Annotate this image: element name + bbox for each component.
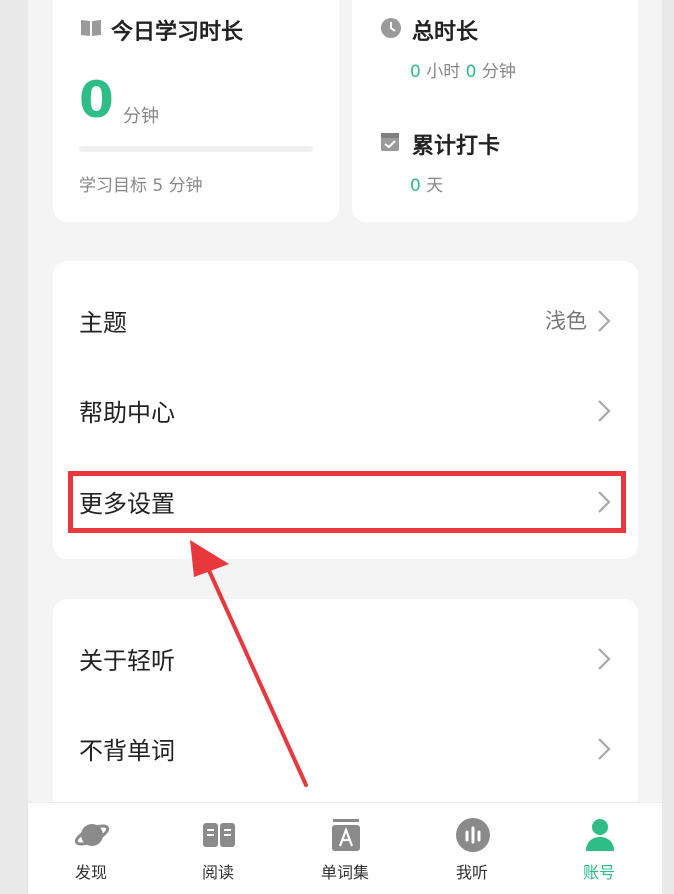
annotation-arrow: [190, 540, 308, 787]
